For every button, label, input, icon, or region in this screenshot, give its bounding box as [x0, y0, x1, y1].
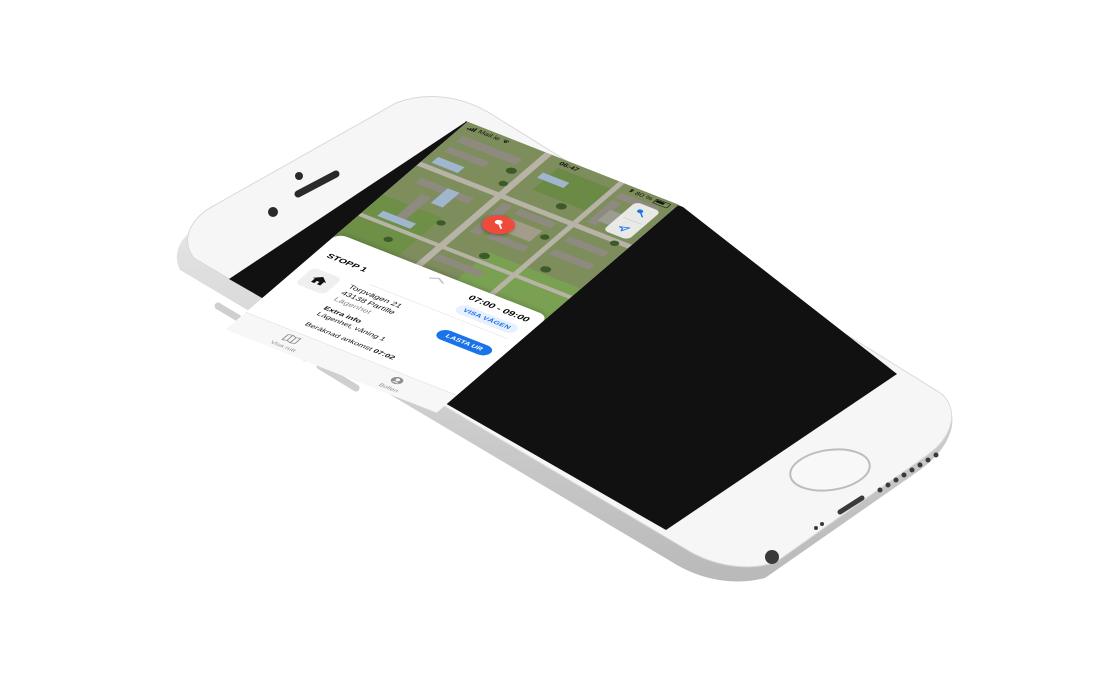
unload-button[interactable]: LASTA UR: [432, 327, 496, 358]
front-camera: [295, 172, 303, 180]
eta-time: 07:02: [371, 347, 398, 361]
location-pin-icon: [486, 217, 512, 233]
stop-title: STOPP 1: [324, 252, 370, 274]
stop-type-tile: [294, 267, 343, 295]
headphone-jack: [765, 550, 779, 564]
mute-switch: [214, 302, 242, 322]
wifi-icon: [500, 138, 512, 145]
signal-strength-icon: [466, 126, 478, 132]
phone-frame: [176, 96, 953, 582]
proximity-sensor: [268, 207, 278, 217]
sheet-drag-handle[interactable]: [426, 273, 450, 285]
house-icon: [305, 273, 332, 289]
